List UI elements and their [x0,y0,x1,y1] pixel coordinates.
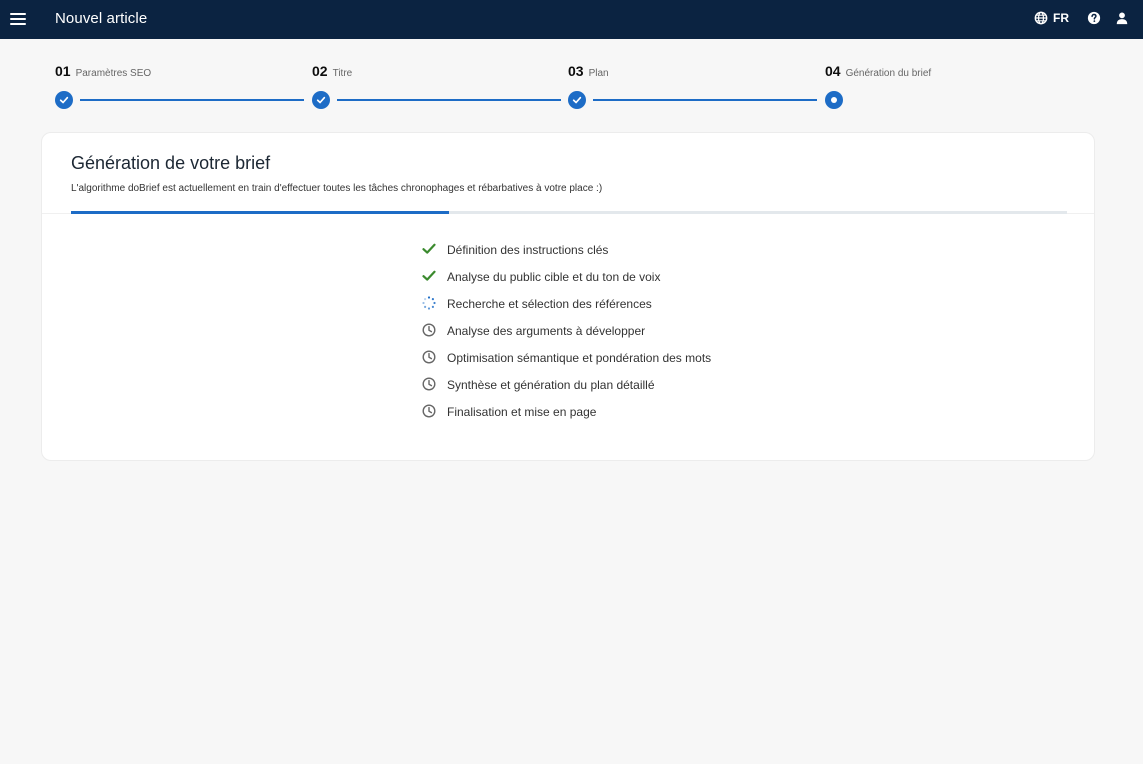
task-label: Optimisation sémantique et pondération d… [447,351,712,365]
task-label: Synthèse et génération du plan détaillé [447,378,655,392]
check-icon [422,242,436,256]
task-item: Analyse des arguments à développer [422,317,782,344]
check-icon [422,269,436,283]
card-title: Génération de votre brief [71,153,271,173]
check-icon [568,91,586,109]
step-connector [80,99,304,101]
step-label: Génération du brief [845,68,932,79]
task-item: Synthèse et génération du plan détaillé [422,371,782,398]
language-selector[interactable]: FR [1034,11,1069,25]
brief-generation-card: Génération de votre brief L'algorithme d… [41,132,1095,461]
task-item: Optimisation sémantique et pondération d… [422,344,782,371]
user-icon[interactable] [1115,11,1129,25]
current-step-dot-icon [825,91,843,109]
header-tools: FR [1034,11,1129,25]
step-number: 03 [568,63,584,79]
step-number: 02 [312,63,328,79]
clock-icon [422,350,436,364]
task-label: Définition des instructions clés [447,243,609,257]
clock-icon [422,377,436,391]
menu-icon[interactable] [8,9,28,29]
step-label: Paramètres SEO [75,68,152,79]
help-icon[interactable] [1087,11,1101,25]
step-connector [593,99,817,101]
clock-icon [422,323,436,337]
step-brief-generation[interactable]: 04 Génération du brief [825,63,932,109]
page-title: Nouvel article [55,10,148,27]
globe-icon [1034,11,1048,25]
card-subtitle: L'algorithme doBrief est actuellement en… [71,183,603,194]
top-app-bar: Nouvel article FR [0,0,1143,39]
step-connector [337,99,561,101]
step-seo-settings[interactable]: 01 Paramètres SEO [55,63,152,109]
task-item: Définition des instructions clés [422,236,782,263]
step-title[interactable]: 02 Titre [312,63,353,109]
task-label: Analyse du public cible et du ton de voi… [447,270,661,284]
step-label: Plan [588,68,609,79]
progress-stepper: 01 Paramètres SEO 02 Titre 03 Plan 04 Gé… [55,63,1055,113]
loading-spinner-icon [422,296,436,310]
clock-icon [422,404,436,418]
task-list: Définition des instructions clés Analyse… [422,236,782,425]
step-plan[interactable]: 03 Plan [568,63,609,109]
task-item: Finalisation et mise en page [422,398,782,425]
task-label: Recherche et sélection des références [447,297,652,311]
task-label: Analyse des arguments à développer [447,324,646,338]
task-item: Analyse du public cible et du ton de voi… [422,263,782,290]
generation-progress-bar [71,211,1067,214]
task-label: Finalisation et mise en page [447,405,597,419]
task-item: Recherche et sélection des références [422,290,782,317]
progress-fill [71,211,450,214]
step-label: Titre [332,68,353,79]
check-icon [55,91,73,109]
step-number: 01 [55,63,71,79]
language-label: FR [1053,11,1069,25]
check-icon [312,91,330,109]
step-number: 04 [825,63,841,79]
